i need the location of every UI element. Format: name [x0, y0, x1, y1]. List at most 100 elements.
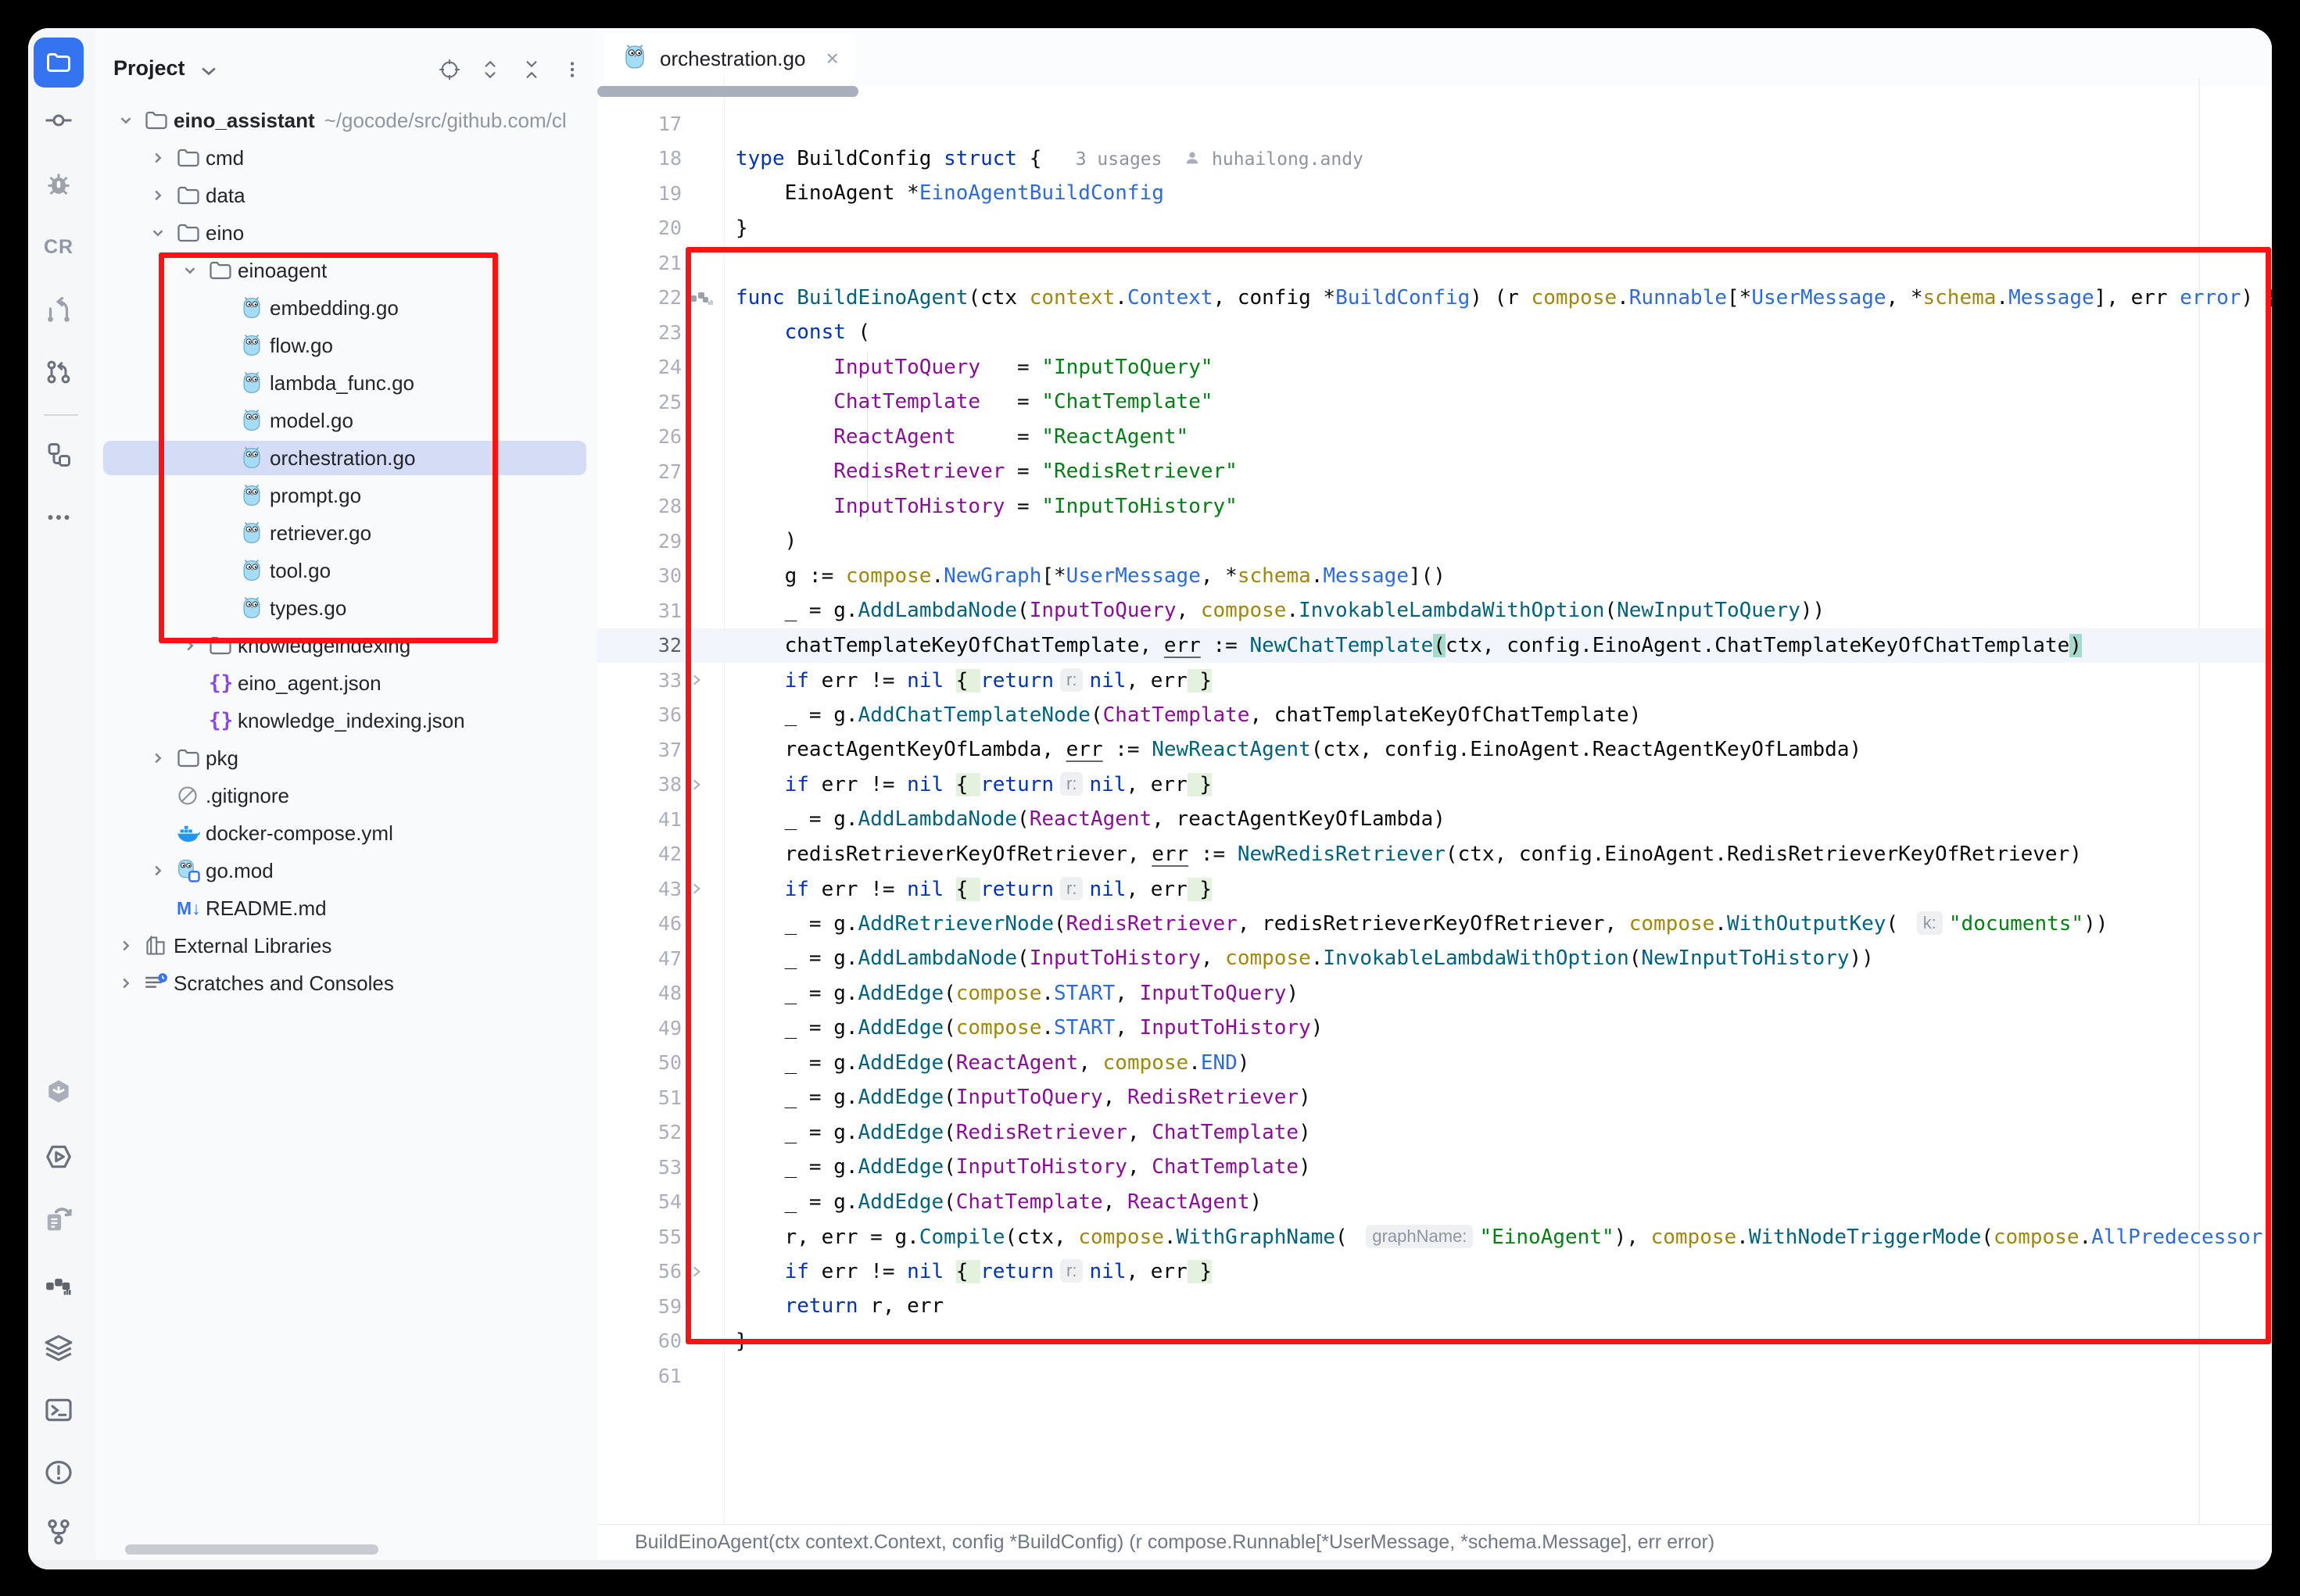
- chevron-down-icon[interactable]: [149, 224, 177, 242]
- project-tree-horizontal-scrollbar[interactable]: [125, 1544, 378, 1555]
- code-line-59[interactable]: 59 return r, err: [597, 1289, 2272, 1324]
- code-line-55[interactable]: 55 r, err = g.Compile(ctx, compose.WithG…: [597, 1219, 2272, 1254]
- fold-chevron-icon[interactable]: [682, 882, 736, 896]
- code-line-30[interactable]: 30 g := compose.NewGraph[*UserMessage, *…: [597, 559, 2272, 594]
- structure-button[interactable]: [34, 430, 84, 480]
- code-line-50[interactable]: 50 _ = g.AddEdge(ReactAgent, compose.END…: [597, 1046, 2272, 1081]
- code-line-48[interactable]: 48 _ = g.AddEdge(compose.START, InputToQ…: [597, 976, 2272, 1011]
- code-line-43[interactable]: 43 if err != nil { returnr:nil, err }: [597, 871, 2272, 907]
- locate-file-button[interactable]: [438, 58, 461, 81]
- code-line-41[interactable]: 41 _ = g.AddLambdaNode(ReactAgent, react…: [597, 802, 2272, 837]
- tree-item-eino[interactable]: eino: [95, 214, 597, 252]
- tree-item-external-libraries[interactable]: External Libraries: [95, 927, 597, 964]
- more-options-button[interactable]: [561, 58, 584, 81]
- fold-chevron-icon[interactable]: [682, 778, 736, 792]
- code-line-61[interactable]: 61: [597, 1358, 2272, 1394]
- chevron-down-icon[interactable]: [117, 112, 145, 129]
- update-project-button[interactable]: [34, 286, 84, 336]
- code-area[interactable]: 1718type BuildConfig struct { 3 usages h…: [597, 78, 2272, 1524]
- code-line-56[interactable]: 56 if err != nil { returnr:nil, err }: [597, 1254, 2272, 1290]
- fold-chevron-icon[interactable]: [682, 673, 736, 687]
- code-line-25[interactable]: 25 ChatTemplate = "ChatTemplate": [597, 385, 2272, 420]
- code-line-27[interactable]: 27 RedisRetriever = "RedisRetriever": [597, 454, 2272, 489]
- code-line-49[interactable]: 49 _ = g.AddEdge(compose.START, InputToH…: [597, 1011, 2272, 1046]
- tree-item-pkg[interactable]: pkg: [95, 739, 597, 777]
- code-line-52[interactable]: 52 _ = g.AddEdge(RedisRetriever, ChatTem…: [597, 1115, 2272, 1150]
- code-line-21[interactable]: 21: [597, 245, 2272, 281]
- chevron-right-icon[interactable]: [181, 637, 209, 654]
- code-line-17[interactable]: 17: [597, 106, 2272, 141]
- tree-item-embedding-go[interactable]: embedding.go: [95, 289, 597, 327]
- chevron-right-icon[interactable]: [117, 937, 145, 954]
- version-control-button[interactable]: [34, 1507, 84, 1557]
- code-line-18[interactable]: 18type BuildConfig struct { 3 usages huh…: [597, 141, 2272, 177]
- tree-item-eino-assistant[interactable]: eino_assistant~/gocode/src/github.com/cl: [95, 102, 597, 139]
- project-panel-title[interactable]: Project: [113, 56, 185, 81]
- tree-item-knowledgeindexing[interactable]: knowledgeindexing: [95, 627, 597, 664]
- code-review-button[interactable]: CR: [34, 222, 84, 272]
- code-line-53[interactable]: 53 _ = g.AddEdge(InputToHistory, ChatTem…: [597, 1150, 2272, 1185]
- code-line-46[interactable]: 46 _ = g.AddRetrieverNode(RedisRetriever…: [597, 907, 2272, 942]
- terminal-button[interactable]: [34, 1385, 84, 1435]
- code-line-38[interactable]: 38 if err != nil { returnr:nil, err }: [597, 768, 2272, 803]
- tree-item-flow-go[interactable]: flow.go: [95, 327, 597, 364]
- tab-orchestration-go[interactable]: orchestration.go ×: [604, 33, 856, 84]
- code-line-24[interactable]: 24 InputToQuery = "InputToQuery": [597, 350, 2272, 385]
- tree-item-orchestration-go[interactable]: orchestration.go: [95, 439, 597, 477]
- tree-item-readme-md[interactable]: M↓README.md: [95, 889, 597, 927]
- code-line-37[interactable]: 37 reactAgentKeyOfLambda, err := NewReac…: [597, 732, 2272, 768]
- code-line-31[interactable]: 31 _ = g.AddLambdaNode(InputToQuery, com…: [597, 593, 2272, 628]
- code-line-36[interactable]: 36 _ = g.AddChatTemplateNode(ChatTemplat…: [597, 698, 2272, 733]
- tree-item-cmd[interactable]: cmd: [95, 139, 597, 177]
- chevron-right-icon[interactable]: [149, 750, 177, 767]
- close-icon[interactable]: ×: [826, 48, 838, 70]
- code-line-19[interactable]: 19 EinoAgent *EinoAgentBuildConfig: [597, 176, 2272, 211]
- code-line-22[interactable]: 22func BuildEinoAgent(ctx context.Contex…: [597, 281, 2272, 316]
- profiler-button[interactable]: [34, 1260, 84, 1310]
- breadcrumb-function-signature[interactable]: BuildEinoAgent(ctx context.Context, conf…: [635, 1531, 1714, 1554]
- tree-item-docker-compose-yml[interactable]: docker-compose.yml: [95, 814, 597, 852]
- chevron-down-icon[interactable]: [181, 262, 209, 279]
- code-line-26[interactable]: 26 ReactAgent = "ReactAgent": [597, 420, 2272, 455]
- tree-item--gitignore[interactable]: .gitignore: [95, 777, 597, 814]
- chevron-right-icon[interactable]: [149, 149, 177, 166]
- pull-requests-button[interactable]: [34, 347, 84, 397]
- tree-item-eino-agent-json[interactable]: {}eino_agent.json: [95, 664, 597, 702]
- more-tools-button[interactable]: [34, 492, 84, 542]
- tree-item-knowledge-indexing-json[interactable]: {}knowledge_indexing.json: [95, 702, 597, 739]
- run-anything-button[interactable]: [34, 1194, 84, 1244]
- code-line-60[interactable]: 60}: [597, 1324, 2272, 1359]
- chevron-right-icon[interactable]: [149, 862, 177, 879]
- code-line-33[interactable]: 33 if err != nil { returnr:nil, err }: [597, 663, 2272, 698]
- code-line-20[interactable]: 20}: [597, 211, 2272, 246]
- tree-item-tool-go[interactable]: tool.go: [95, 552, 597, 589]
- code-line-54[interactable]: 54 _ = g.AddEdge(ChatTemplate, ReactAgen…: [597, 1185, 2272, 1220]
- chevron-right-icon[interactable]: [149, 187, 177, 204]
- code-line-28[interactable]: 28 InputToHistory = "InputToHistory": [597, 489, 2272, 524]
- tree-item-retriever-go[interactable]: retriever.go: [95, 514, 597, 552]
- code-line-47[interactable]: 47 _ = g.AddLambdaNode(InputToHistory, c…: [597, 941, 2272, 976]
- code-line-29[interactable]: 29 ): [597, 524, 2272, 559]
- debug-button[interactable]: [34, 159, 84, 209]
- problems-button[interactable]: [34, 1447, 84, 1498]
- chevron-right-icon[interactable]: [117, 975, 145, 992]
- run-profile-button[interactable]: [34, 1132, 84, 1182]
- project-tool-button[interactable]: [34, 38, 84, 88]
- tree-item-types-go[interactable]: types.go: [95, 589, 597, 627]
- tab-bar-scrollbar[interactable]: [597, 86, 858, 97]
- editor-area[interactable]: orchestration.go × 1718type BuildConfig …: [597, 28, 2272, 1560]
- code-line-23[interactable]: 23 const (: [597, 315, 2272, 350]
- services-button[interactable]: [34, 1322, 84, 1372]
- tree-item-go-mod[interactable]: go.mod: [95, 852, 597, 889]
- code-line-42[interactable]: 42 redisRetrieverKeyOfRetriever, err := …: [597, 837, 2272, 872]
- code-line-32[interactable]: 32 chatTemplateKeyOfChatTemplate, err :=…: [597, 628, 2272, 664]
- tree-item-data[interactable]: data: [95, 177, 597, 214]
- tree-item-scratches-and-consoles[interactable]: Scratches and Consoles: [95, 964, 597, 1002]
- expand-all-button[interactable]: [478, 58, 502, 81]
- code-line-51[interactable]: 51 _ = g.AddEdge(InputToQuery, RedisRetr…: [597, 1080, 2272, 1115]
- dependencies-button[interactable]: [34, 1068, 84, 1118]
- fold-chevron-icon[interactable]: [682, 1265, 736, 1279]
- tree-item-prompt-go[interactable]: prompt.go: [95, 477, 597, 514]
- collapse-all-button[interactable]: [520, 58, 543, 81]
- tree-item-lambda-func-go[interactable]: lambda_func.go: [95, 364, 597, 402]
